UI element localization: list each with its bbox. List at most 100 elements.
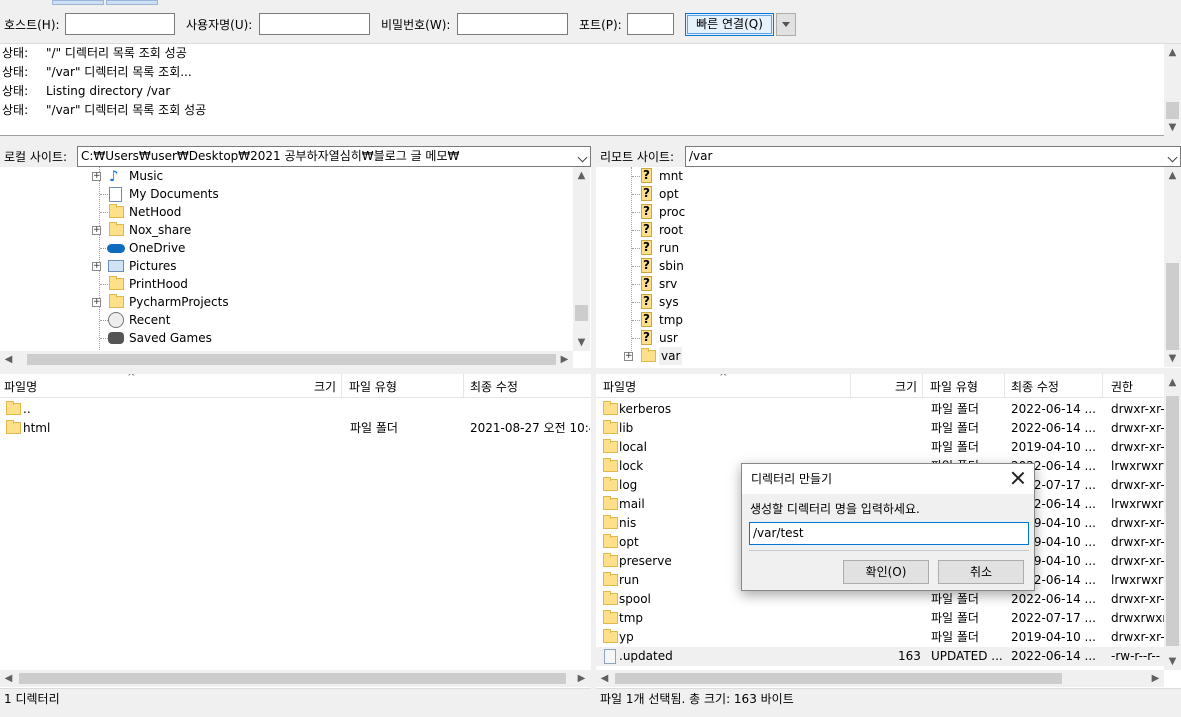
col-modified[interactable]: 최종 수정	[470, 378, 518, 395]
document-icon	[109, 187, 122, 202]
col-size[interactable]: 크기	[314, 378, 336, 395]
scroll-thumb[interactable]	[1166, 102, 1179, 119]
quickconnect-bar: 호스트(H): 사용자명(U): 비밀번호(W): 포트(P): 빠른 연결(Q…	[0, 6, 1181, 44]
expand-icon[interactable]: +	[92, 226, 101, 235]
col-type[interactable]: 파일 유형	[930, 378, 978, 395]
expand-icon[interactable]: +	[624, 352, 633, 361]
scroll-down-icon[interactable]: ▼	[1164, 350, 1181, 367]
scroll-left-icon[interactable]: ◀	[0, 670, 17, 687]
file-row[interactable]: html 파일 폴더 2021-08-27 오전 10:4	[0, 419, 591, 438]
toolbar-button[interactable]	[52, 0, 104, 5]
remote-tree-vscroll[interactable]: ▲ ▼	[1164, 167, 1181, 367]
picture-icon	[108, 260, 124, 272]
dialog-prompt: 생성할 디렉터리 명을 입력하세요.	[750, 502, 920, 516]
expand-icon[interactable]: +	[92, 262, 101, 271]
file-row[interactable]: tmp파일 폴더2022-07-17 ...drwxrwxrwt	[596, 609, 1164, 628]
scroll-right-icon[interactable]: ▶	[1147, 670, 1164, 687]
port-input[interactable]	[627, 13, 674, 35]
file-row[interactable]: spool파일 폴더2022-06-14 ...drwxr-xr-x	[596, 590, 1164, 609]
file-row[interactable]: yp파일 폴더2019-04-10 ...drwxr-xr-x	[596, 628, 1164, 647]
quickconnect-button[interactable]: 빠른 연결(Q)	[685, 13, 774, 36]
unknown-folder-icon: ?	[641, 330, 652, 345]
local-tree-vscroll[interactable]: ▲ ▼	[573, 167, 590, 351]
file-row[interactable]: ..	[0, 400, 591, 419]
col-type[interactable]: 파일 유형	[349, 378, 397, 395]
scroll-up-icon[interactable]: ▲	[573, 167, 590, 184]
scroll-up-icon[interactable]: ▲	[1164, 374, 1181, 391]
scroll-right-icon[interactable]: ▶	[573, 670, 590, 687]
file-row[interactable]: kerberos파일 폴더2022-06-14 ...drwxr-xr-x	[596, 400, 1164, 419]
expand-icon[interactable]: +	[92, 172, 101, 181]
scroll-up-icon[interactable]: ▲	[1164, 44, 1181, 61]
unknown-folder-icon: ?	[641, 240, 652, 255]
expand-icon[interactable]: +	[92, 298, 101, 307]
folder-icon	[603, 420, 618, 434]
unknown-folder-icon: ?	[641, 204, 652, 219]
scroll-left-icon[interactable]: ◀	[596, 670, 613, 687]
host-label: 호스트(H):	[4, 18, 60, 32]
sort-indicator-icon: ^	[127, 374, 136, 383]
scroll-thumb[interactable]	[1166, 263, 1179, 350]
scroll-left-icon[interactable]: ◀	[0, 351, 17, 368]
sort-indicator-icon: ^	[719, 374, 728, 383]
scroll-down-icon[interactable]: ▼	[573, 334, 590, 351]
scroll-thumb[interactable]	[615, 673, 1062, 684]
unknown-folder-icon: ?	[641, 276, 652, 291]
local-path-text: C:₩Users₩user₩Desktop₩2021 공부하자열심히₩블로그 글…	[81, 149, 460, 163]
remote-site-label: 리모트 사이트:	[600, 150, 675, 164]
ok-button[interactable]: 확인(O)	[843, 560, 929, 584]
scroll-thumb[interactable]	[1166, 396, 1179, 646]
scroll-down-icon[interactable]: ▼	[1164, 653, 1181, 670]
folder-icon	[603, 477, 618, 491]
col-modified[interactable]: 최종 수정	[1011, 378, 1059, 395]
col-name[interactable]: 파일명	[603, 378, 636, 395]
folder-icon	[641, 348, 656, 362]
remote-path-combo[interactable]: /var	[685, 146, 1181, 167]
directory-name-input[interactable]: /var/test	[749, 522, 1029, 545]
col-name[interactable]: 파일명	[4, 378, 37, 395]
unknown-folder-icon: ?	[641, 186, 652, 201]
dialog-title: 디렉터리 만들기	[742, 464, 1034, 494]
log-scrollbar[interactable]: ▲ ▼	[1164, 44, 1181, 136]
scroll-up-icon[interactable]: ▲	[1164, 167, 1181, 184]
file-row-selected[interactable]: .updated 163 UPDATED ... 2022-06-14 ... …	[596, 647, 1164, 666]
close-icon[interactable]	[1010, 470, 1026, 486]
scroll-thumb[interactable]	[19, 673, 566, 684]
file-row[interactable]: local파일 폴더2019-04-10 ...drwxr-xr-x	[596, 438, 1164, 457]
password-label: 비밀번호(W):	[381, 18, 451, 32]
symlink-folder-icon	[603, 458, 618, 472]
local-path-combo[interactable]: C:₩Users₩user₩Desktop₩2021 공부하자열심히₩블로그 글…	[77, 146, 591, 167]
symlink-folder-icon	[603, 572, 618, 586]
username-input[interactable]	[259, 13, 370, 35]
folder-icon	[603, 401, 618, 415]
file-row[interactable]: lib파일 폴더2022-06-14 ...drwxr-xr-x	[596, 419, 1164, 438]
folder-icon	[603, 439, 618, 453]
col-size[interactable]: 크기	[895, 378, 917, 395]
cancel-button[interactable]: 취소	[938, 560, 1024, 584]
host-input[interactable]	[65, 13, 175, 35]
folder-icon	[6, 420, 21, 434]
folder-icon	[603, 534, 618, 548]
local-list-hscroll[interactable]: ◀ ▶	[0, 670, 591, 687]
chevron-down-icon[interactable]	[1167, 152, 1178, 163]
remote-site-bar: 리모트 사이트: /var	[596, 145, 1181, 167]
scroll-thumb[interactable]	[27, 354, 556, 365]
toolbar-button[interactable]	[106, 0, 158, 5]
remote-list-vscroll[interactable]: ▲ ▼	[1164, 374, 1181, 670]
col-permissions[interactable]: 권한	[1111, 378, 1133, 395]
folder-icon	[109, 276, 124, 290]
chevron-down-icon[interactable]	[577, 152, 588, 163]
scroll-down-icon[interactable]: ▼	[1164, 119, 1181, 136]
scroll-thumb[interactable]	[575, 305, 588, 321]
local-tree-hscroll[interactable]: ◀ ▶	[0, 351, 573, 368]
remote-path-text: /var	[689, 149, 713, 163]
folder-icon	[6, 401, 21, 415]
unknown-folder-icon: ?	[641, 294, 652, 309]
local-status-bar: 1 디렉터리	[0, 688, 591, 710]
unknown-folder-icon: ?	[641, 258, 652, 273]
password-input[interactable]	[457, 13, 568, 35]
scroll-right-icon[interactable]: ▶	[556, 351, 573, 368]
quickconnect-dropdown-button[interactable]	[776, 13, 796, 36]
local-directory-tree: + ♪ Music My Documents NetHood + Nox_sha…	[0, 167, 591, 368]
remote-list-hscroll[interactable]: ◀ ▶	[596, 670, 1164, 687]
